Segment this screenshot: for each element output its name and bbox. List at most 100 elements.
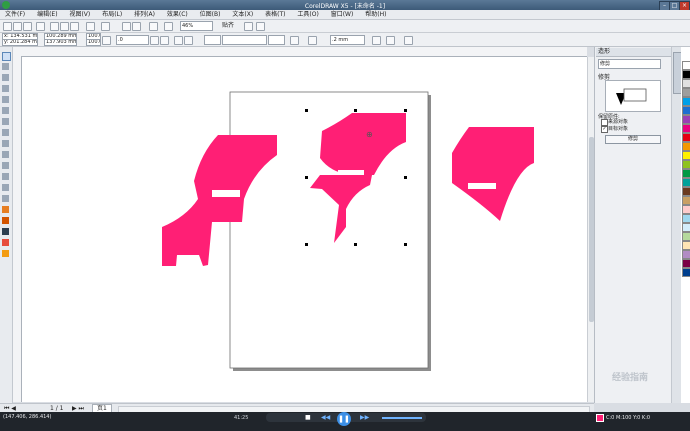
text-tool-icon[interactable]	[2, 162, 9, 169]
dimension-tool-icon[interactable]	[2, 184, 9, 191]
menu-text[interactable]: 文本(X)	[227, 10, 258, 19]
pink-shape-right[interactable]	[452, 127, 534, 221]
palette-swatch[interactable]	[682, 115, 690, 124]
palette-swatch[interactable]	[682, 151, 690, 160]
redo-icon[interactable]	[101, 22, 110, 31]
palette-swatch[interactable]	[682, 259, 690, 268]
trim-apply-button[interactable]: 修剪	[605, 135, 661, 144]
palette-swatch[interactable]	[682, 124, 690, 133]
palette-swatch[interactable]	[682, 97, 690, 106]
options-icon[interactable]	[244, 22, 253, 31]
palette-swatch[interactable]	[682, 268, 690, 277]
fast-forward-icon[interactable]: ▶▶	[360, 414, 369, 421]
weld-icon[interactable]	[174, 36, 183, 45]
import-icon[interactable]	[132, 22, 141, 31]
menu-bitmaps[interactable]: 位图(B)	[195, 10, 226, 19]
welcome-screen-icon[interactable]	[256, 22, 265, 31]
menu-arrange[interactable]: 排列(A)	[129, 10, 160, 19]
freehand-tool-icon[interactable]	[2, 96, 9, 103]
scale-y-field[interactable]: 100.0	[86, 39, 101, 46]
table-tool-icon[interactable]	[2, 173, 9, 180]
print-icon[interactable]	[36, 22, 45, 31]
palette-swatch[interactable]	[682, 223, 690, 232]
interactive-fill-tool-icon[interactable]	[2, 250, 9, 257]
blend-tool-icon[interactable]	[2, 206, 9, 213]
menu-view[interactable]: 视图(V)	[64, 10, 95, 19]
source-object-checkbox[interactable]	[601, 119, 608, 126]
menu-file[interactable]: 文件(F)	[0, 10, 30, 19]
object-height-field[interactable]: 137.903 mm	[44, 39, 77, 46]
export-icon[interactable]	[149, 22, 158, 31]
copy-icon[interactable]	[60, 22, 69, 31]
palette-swatch[interactable]	[682, 178, 690, 187]
menu-edit[interactable]: 编辑(E)	[32, 10, 62, 19]
palette-swatch[interactable]	[682, 70, 690, 79]
line-style-select[interactable]	[222, 35, 267, 45]
palette-swatch[interactable]	[682, 160, 690, 169]
stop-icon[interactable]: ■	[305, 414, 311, 421]
new-document-icon[interactable]	[3, 22, 12, 31]
to-front-icon[interactable]	[372, 36, 381, 45]
to-back-icon[interactable]	[386, 36, 395, 45]
page-nav-next-buttons[interactable]: ▶ ⏭	[72, 405, 84, 412]
outline-width-select[interactable]: .2 mm	[330, 35, 365, 45]
application-launcher-icon[interactable]	[164, 22, 173, 31]
palette-swatch[interactable]	[682, 214, 690, 223]
rewind-icon[interactable]: ◀◀	[321, 414, 330, 421]
search-content-icon[interactable]	[122, 22, 131, 31]
outline-tool-icon[interactable]	[2, 228, 9, 235]
palette-swatch[interactable]	[682, 88, 690, 97]
vertical-ruler[interactable]	[13, 56, 22, 402]
text-wrap-icon[interactable]	[290, 36, 299, 45]
menu-effects[interactable]: 效果(C)	[162, 10, 193, 19]
rotation-angle-field[interactable]: .0	[116, 35, 149, 45]
polygon-tool-icon[interactable]	[2, 140, 9, 147]
line-start-select[interactable]	[204, 35, 221, 45]
palette-swatch[interactable]	[682, 79, 690, 88]
ellipse-tool-icon[interactable]	[2, 129, 9, 136]
palette-swatch[interactable]	[682, 169, 690, 178]
smart-fill-tool-icon[interactable]	[2, 107, 9, 114]
palette-swatch[interactable]	[682, 142, 690, 151]
line-end-select[interactable]	[268, 35, 285, 45]
eyedropper-tool-icon[interactable]	[2, 217, 9, 224]
convert-to-curves-icon[interactable]	[404, 36, 413, 45]
target-object-checkbox[interactable]: ✓	[601, 126, 608, 133]
rectangle-tool-icon[interactable]	[2, 118, 9, 125]
palette-swatch[interactable]	[682, 232, 690, 241]
palette-swatch[interactable]	[682, 250, 690, 259]
pick-tool-icon[interactable]	[2, 52, 11, 61]
connector-tool-icon[interactable]	[2, 195, 9, 202]
basic-shapes-tool-icon[interactable]	[2, 151, 9, 158]
outline-pen-icon[interactable]	[308, 36, 317, 45]
menu-table[interactable]: 表格(T)	[260, 10, 290, 19]
menu-window[interactable]: 窗口(W)	[326, 10, 359, 19]
crop-tool-icon[interactable]	[2, 74, 9, 81]
mirror-vertical-icon[interactable]	[160, 36, 169, 45]
lock-ratio-icon[interactable]	[102, 36, 111, 45]
save-icon[interactable]	[23, 22, 32, 31]
paste-icon[interactable]	[70, 22, 79, 31]
palette-swatch[interactable]	[682, 133, 690, 142]
palette-swatch[interactable]	[682, 196, 690, 205]
volume-slider[interactable]	[382, 417, 422, 419]
undo-icon[interactable]	[86, 22, 95, 31]
menu-layout[interactable]: 布局(L)	[97, 10, 127, 19]
trim-icon[interactable]	[184, 36, 193, 45]
zoom-level-select[interactable]: 46%	[180, 21, 213, 31]
palette-swatch[interactable]	[682, 61, 690, 70]
palette-swatch[interactable]	[682, 241, 690, 250]
shape-tool-icon[interactable]	[2, 63, 9, 70]
mirror-horizontal-icon[interactable]	[150, 36, 159, 45]
drawing-canvas[interactable]: ⊕	[22, 57, 587, 402]
menu-tools[interactable]: 工具(O)	[292, 10, 323, 19]
cut-icon[interactable]	[50, 22, 59, 31]
snap-to-label[interactable]: 贴齐	[222, 22, 234, 30]
zoom-tool-icon[interactable]	[2, 85, 9, 92]
palette-swatch[interactable]	[682, 187, 690, 196]
palette-swatch[interactable]	[682, 205, 690, 214]
pause-icon[interactable]: ❚❚	[337, 412, 351, 426]
palette-swatch[interactable]	[682, 106, 690, 115]
menu-help[interactable]: 帮助(H)	[360, 10, 391, 19]
fill-tool-icon[interactable]	[2, 239, 9, 246]
